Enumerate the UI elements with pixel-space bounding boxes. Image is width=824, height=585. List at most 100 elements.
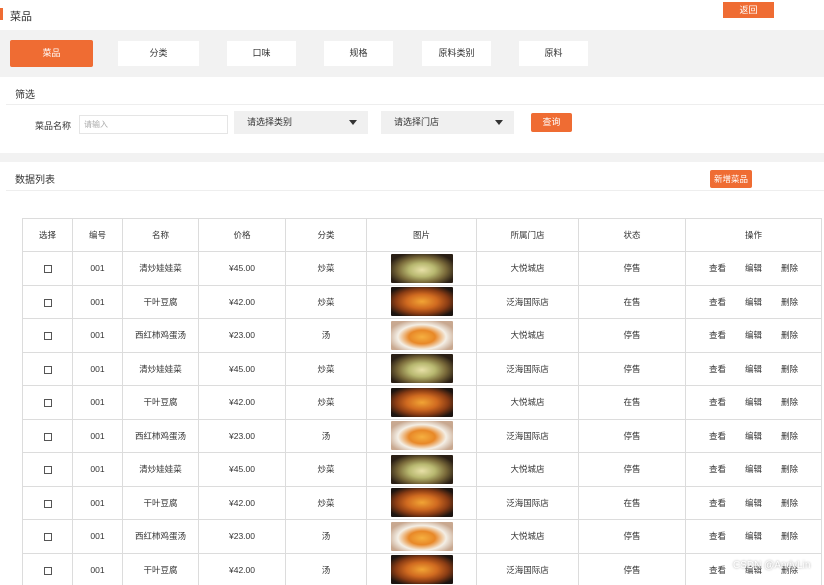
col-header-status: 状态 xyxy=(578,218,686,252)
edit-link[interactable]: 编辑 xyxy=(736,396,772,408)
category-select[interactable]: 请选择类别 xyxy=(234,111,368,134)
add-dish-button[interactable]: 新增菜品 xyxy=(710,170,752,188)
tab-ingredient-types[interactable]: 原料类别 xyxy=(422,41,491,66)
table-row: 001 西红柿鸡蛋汤 ¥23.00 汤大悦城店 停售 查看 编辑 删除 xyxy=(22,519,822,554)
dish-image xyxy=(390,488,453,518)
view-link[interactable]: 查看 xyxy=(700,530,736,542)
view-link[interactable]: 查看 xyxy=(700,497,736,509)
view-link[interactable]: 查看 xyxy=(700,430,736,442)
delete-link[interactable]: 删除 xyxy=(772,363,808,375)
row-checkbox[interactable] xyxy=(43,399,52,407)
image-cell xyxy=(366,552,477,585)
view-link[interactable]: 查看 xyxy=(700,463,736,475)
list-title: 数据列表 xyxy=(15,175,55,186)
table-row: 001 清炒娃娃菜 ¥45.00 炒菜 泛海国际店 停售 查看 编辑 删除 xyxy=(22,351,822,386)
tab-flavors[interactable]: 口味 xyxy=(227,41,296,66)
delete-link[interactable]: 删除 xyxy=(772,296,808,308)
edit-link[interactable]: 编辑 xyxy=(736,262,772,274)
row-checkbox[interactable] xyxy=(43,432,52,441)
status-cell: 停售 xyxy=(578,519,686,554)
view-link[interactable]: 查看 xyxy=(700,329,736,341)
status-cell: 停售 xyxy=(578,452,686,487)
actions-cell: 查看 编辑 删除 xyxy=(685,485,822,520)
status-cell: 在售 xyxy=(578,284,686,319)
back-button[interactable]: 返回 xyxy=(723,2,774,18)
price-cell: ¥42.00 xyxy=(198,485,286,520)
edit-link[interactable]: 编辑 xyxy=(736,363,772,375)
price-cell: ¥45.00 xyxy=(198,251,286,286)
actions-cell: 查看 编辑 删除 xyxy=(685,318,822,353)
status-cell: 停售 xyxy=(578,251,686,286)
table-row: 001 干叶豆腐 ¥42.00 炒菜 大悦城店 在售 查看 编辑 删除 xyxy=(22,385,822,420)
row-checkbox[interactable] xyxy=(43,466,52,474)
dish-image xyxy=(390,287,453,317)
col-header-price: 价格 xyxy=(198,218,286,252)
dish-image xyxy=(390,421,453,451)
delete-link[interactable]: 删除 xyxy=(772,262,808,274)
name-cell: 干叶豆腐 xyxy=(122,552,199,585)
table-body: 001 清炒娃娃菜 ¥45.00 炒菜 大悦城店 停售 查看 编辑 删除 001 干叶豆腐 ¥42.0… xyxy=(22,251,822,585)
delete-link[interactable]: 删除 xyxy=(772,530,808,542)
tab-specs[interactable]: 规格 xyxy=(324,41,393,66)
category-cell: 炒菜 xyxy=(285,251,367,286)
dish-name-input[interactable] xyxy=(79,115,228,134)
edit-link[interactable]: 编辑 xyxy=(736,430,772,442)
select-cell xyxy=(22,284,73,319)
actions-cell: 查看 编辑 删除 xyxy=(685,418,822,453)
delete-link[interactable]: 删除 xyxy=(772,463,808,475)
edit-link[interactable]: 编辑 xyxy=(736,530,772,542)
price-cell: ¥42.00 xyxy=(198,284,286,319)
dish-image xyxy=(390,387,453,417)
table-row: 001 西红柿鸡蛋汤 ¥23.00 汤大悦城店 停售 查看 编辑 删除 xyxy=(22,318,822,353)
delete-link[interactable]: 删除 xyxy=(772,430,808,442)
delete-link[interactable]: 删除 xyxy=(772,497,808,509)
row-checkbox[interactable] xyxy=(43,533,52,541)
store-cell: 泛海国际店 xyxy=(476,351,579,386)
edit-link[interactable]: 编辑 xyxy=(736,497,772,509)
delete-link[interactable]: 删除 xyxy=(772,396,808,408)
edit-link[interactable]: 编辑 xyxy=(736,463,772,475)
select-cell xyxy=(22,418,73,453)
dish-name-label: 菜品名称 xyxy=(35,121,72,131)
dish-image xyxy=(390,521,453,551)
category-cell: 炒菜 xyxy=(285,284,367,319)
image-cell xyxy=(366,418,477,453)
price-cell: ¥45.00 xyxy=(198,351,286,386)
tab-categories[interactable]: 分类 xyxy=(118,41,199,66)
store-cell: 大悦城店 xyxy=(476,452,579,487)
row-checkbox[interactable] xyxy=(43,332,52,340)
view-link[interactable]: 查看 xyxy=(700,296,736,308)
edit-link[interactable]: 编辑 xyxy=(736,329,772,341)
delete-link[interactable]: 删除 xyxy=(772,329,808,341)
category-cell: 汤 xyxy=(285,519,367,554)
col-header-category: 分类 xyxy=(285,218,367,252)
dish-image xyxy=(390,555,453,585)
status-cell: 停售 xyxy=(578,418,686,453)
query-button[interactable]: 查询 xyxy=(531,113,572,132)
row-checkbox[interactable] xyxy=(43,365,52,374)
select-cell xyxy=(22,485,73,520)
status-cell: 停售 xyxy=(578,318,686,353)
data-list-panel: 数据列表 新增菜品 选择 编号 名称 价格 分类 图片 所属门店 状态 操作 0… xyxy=(6,162,824,585)
select-cell xyxy=(22,519,73,554)
tab-ingredients[interactable]: 原料 xyxy=(519,41,588,66)
store-cell: 大悦城店 xyxy=(476,385,579,420)
tab-dishes[interactable]: 菜品 xyxy=(10,40,93,67)
actions-cell: 查看 编辑 删除 xyxy=(685,519,822,554)
dish-image xyxy=(390,253,453,283)
id-cell: 001 xyxy=(72,351,123,386)
view-link[interactable]: 查看 xyxy=(700,363,736,375)
store-select[interactable]: 请选择门店 xyxy=(381,111,514,134)
row-checkbox[interactable] xyxy=(43,265,52,273)
row-checkbox[interactable] xyxy=(43,298,52,307)
id-cell: 001 xyxy=(72,385,123,420)
view-link[interactable]: 查看 xyxy=(700,396,736,408)
name-cell: 干叶豆腐 xyxy=(122,284,199,319)
row-checkbox[interactable] xyxy=(43,566,52,575)
dish-table: 选择 编号 名称 价格 分类 图片 所属门店 状态 操作 001 清炒娃娃菜 ¥45… xyxy=(22,218,822,585)
store-cell: 大悦城店 xyxy=(476,519,579,554)
edit-link[interactable]: 编辑 xyxy=(736,296,772,308)
row-checkbox[interactable] xyxy=(43,499,52,508)
view-link[interactable]: 查看 xyxy=(700,564,736,576)
view-link[interactable]: 查看 xyxy=(700,262,736,274)
